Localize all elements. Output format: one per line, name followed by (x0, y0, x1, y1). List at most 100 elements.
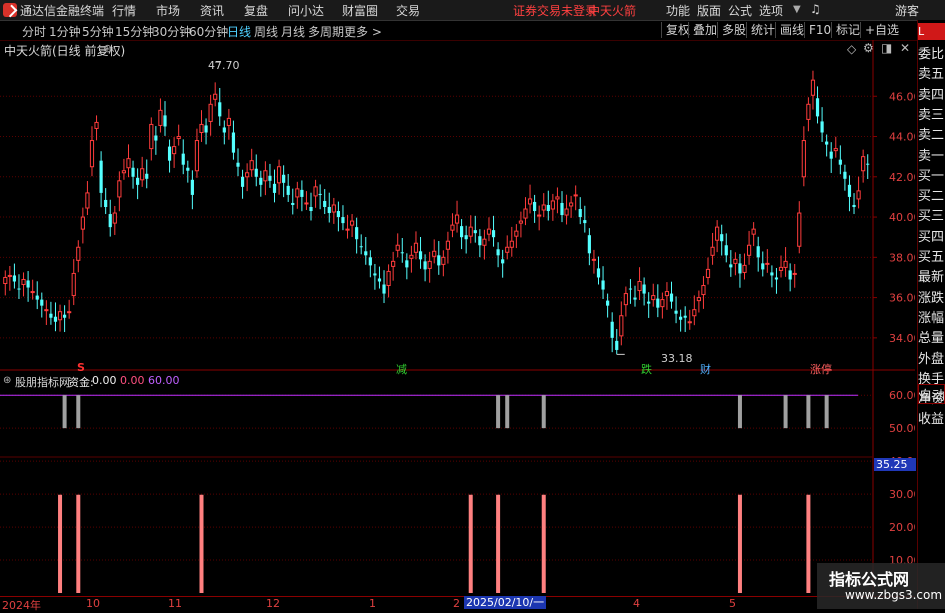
candle-body-up (3, 276, 8, 285)
marker-limit-up[interactable]: 涨停 (810, 361, 832, 377)
candle-body-down (236, 162, 240, 167)
candle-body-down (12, 275, 17, 282)
candle-body-down (496, 249, 500, 256)
candle-body-up (21, 278, 26, 286)
candle-body-up (276, 166, 282, 184)
period-tab-5min[interactable]: 5分钟 (82, 23, 114, 40)
price-tick-label: 38.00 (889, 251, 915, 264)
indicator-value-1: 0.00 (92, 374, 117, 387)
candle-body-down (669, 293, 674, 302)
candle-body-up (701, 285, 706, 296)
period-tab-weekly[interactable]: 周线 (254, 23, 278, 40)
candle-body-down (774, 277, 779, 280)
candle-body-up (409, 254, 414, 259)
settings-gear-icon[interactable]: ⚙ (863, 41, 874, 55)
candle-body-down (729, 264, 733, 268)
menu-item-market[interactable]: 市场 (156, 2, 180, 19)
candle-body-down (656, 298, 660, 308)
menu-item-layout[interactable]: 版面 (697, 2, 721, 19)
login-warning[interactable]: 证券交易未登录 (513, 2, 597, 19)
right-panel-header-label: L (918, 25, 925, 38)
menu-item-options[interactable]: 选项 (759, 2, 783, 19)
auto-button[interactable]: 自动 (918, 384, 945, 404)
indicator-tick-label: 20.00 (889, 521, 915, 534)
add-watchlist-button[interactable]: +自选 (860, 22, 903, 38)
x-label-jan: 1 (369, 597, 376, 610)
candle-body-up (112, 212, 117, 224)
candle-body-up (509, 240, 514, 248)
candle-body-up (85, 192, 90, 209)
x-label-oct: 10 (86, 597, 100, 610)
period-tab-more[interactable]: 更多 > (344, 23, 382, 40)
indicator-bar-gray (806, 395, 811, 429)
candle-body-up (550, 200, 555, 210)
menu-item-wealth[interactable]: 财富圈 (342, 2, 378, 19)
x-label-feb: 2 (453, 597, 460, 610)
candle-body-up (792, 272, 797, 275)
expand-icon[interactable]: ◨ (881, 41, 892, 55)
candle-body-up (121, 170, 127, 174)
candle-body-down (533, 201, 537, 212)
candle-body-up (176, 136, 181, 140)
period-tab-60min[interactable]: 60分钟 (189, 23, 228, 40)
period-tab-30min[interactable]: 30分钟 (152, 23, 191, 40)
candle-body-down (63, 314, 67, 318)
candle-body-down (788, 270, 792, 280)
candle-body-down (464, 235, 468, 240)
period-tab-daily[interactable]: 日线 (227, 23, 251, 40)
quote-field-6: 买一 (918, 168, 945, 184)
settings-circle-icon[interactable]: ⊛ (103, 42, 112, 55)
menu-item-function[interactable]: 功能 (666, 2, 690, 19)
quote-field-14: 总量 (918, 331, 945, 347)
candle-body-down (829, 151, 833, 159)
candle-body-down (49, 313, 53, 318)
candle-body-down (190, 179, 194, 195)
right-panel-header[interactable]: L (918, 23, 945, 40)
period-tab-1min[interactable]: 1分钟 (49, 23, 81, 40)
indicator-settings-icon[interactable]: ⊛ (3, 375, 11, 386)
candle-body-down (136, 177, 140, 185)
cursor-value-label: 35.25 (874, 458, 916, 471)
candle-body-down (108, 214, 112, 228)
candle-body-up (295, 188, 300, 198)
marker-reduce[interactable]: 减 (396, 361, 407, 377)
marker-drop[interactable]: 跌 (641, 361, 652, 377)
x-label-dec: 12 (266, 597, 280, 610)
menu-item-ask[interactable]: 问小达 (288, 2, 324, 19)
bell-icon[interactable]: ♫ (810, 2, 821, 16)
marker-s[interactable]: S (77, 361, 85, 374)
menu-item-news[interactable]: 资讯 (200, 2, 224, 19)
collapse-icon[interactable]: ✕ (900, 41, 910, 55)
cursor-date-label: 2025/02/10/一 (464, 596, 547, 609)
price-axis: 34.00 36.00 38.00 40.00 42.00 44.00 46.00 (873, 90, 915, 345)
menu-item-review[interactable]: 复盘 (244, 2, 268, 19)
period-tab-multi[interactable]: 多周期 (308, 23, 344, 40)
chart-area[interactable]: 34.0036.0038.0040.0042.0044.0046.00 1 0.0… (0, 40, 915, 609)
candle-body-up (194, 140, 200, 172)
diamond-icon[interactable]: ◇ (847, 42, 856, 56)
candle-body-down (382, 284, 386, 294)
candle-body-down (578, 209, 582, 218)
menu-item-quotes[interactable]: 行情 (112, 2, 136, 19)
period-tab-monthly[interactable]: 月线 (281, 23, 305, 40)
candle-body-down (601, 280, 605, 290)
candle-body-up (742, 264, 747, 273)
user-guest[interactable]: 游客 (895, 2, 919, 19)
quote-field-9: 买四 (918, 229, 945, 245)
candle-body-down (847, 184, 852, 197)
candle-body-down (355, 227, 359, 240)
candle-body-down (341, 217, 345, 224)
menu-item-formula[interactable]: 公式 (728, 2, 752, 19)
marker-finance[interactable]: 财 (700, 361, 711, 377)
indicator-bar-gray (496, 395, 501, 429)
candle-body-up (710, 246, 715, 256)
candle-body-up (208, 103, 213, 122)
candle-body-up (797, 212, 802, 247)
candle-body-up (573, 194, 578, 197)
candle-body-up (591, 258, 597, 261)
menu-item-trade[interactable]: 交易 (396, 2, 420, 19)
period-tab-15min[interactable]: 15分钟 (115, 23, 154, 40)
candle-body-down (852, 204, 856, 207)
period-tab-timeshare[interactable]: 分时 (22, 23, 46, 40)
chevron-down-icon[interactable]: ▼ (793, 4, 801, 15)
